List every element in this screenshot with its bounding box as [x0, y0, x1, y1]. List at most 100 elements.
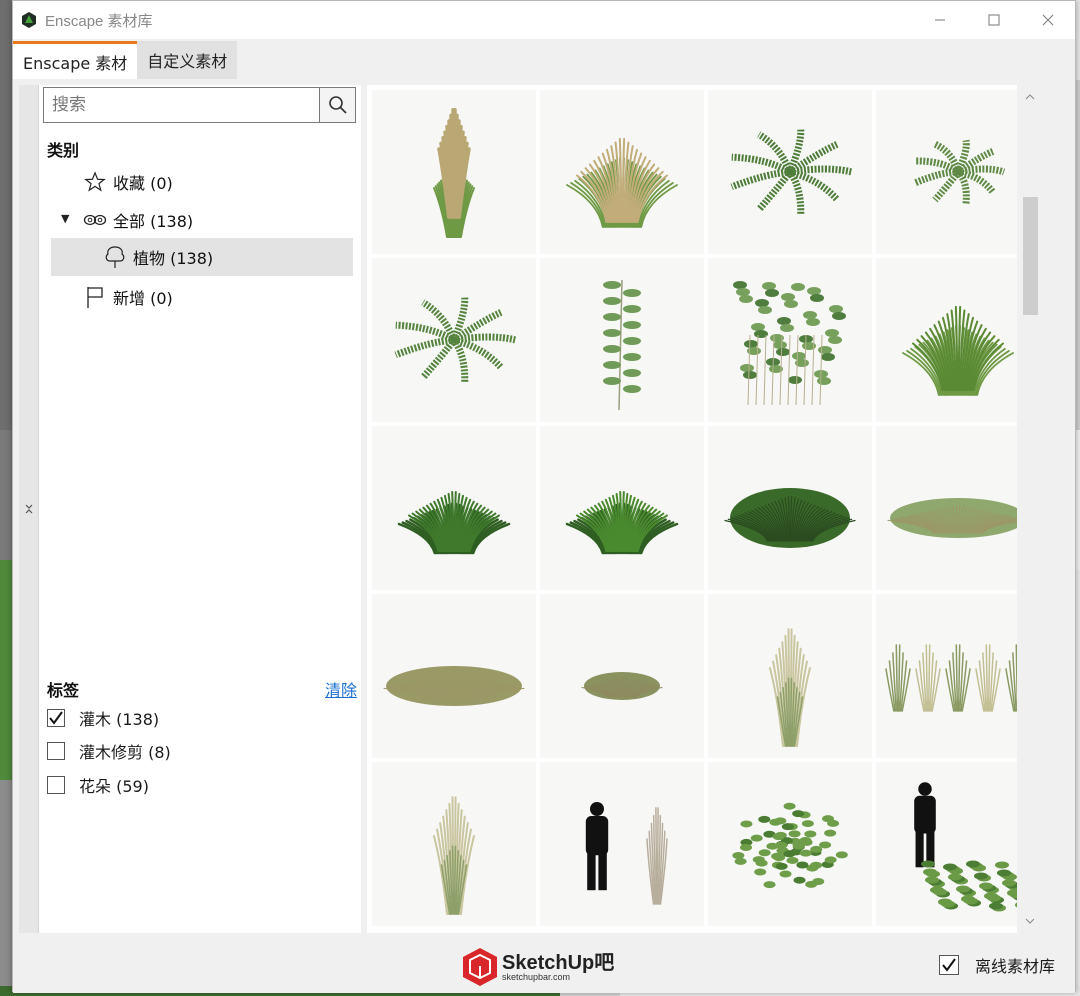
search-button[interactable]: [319, 88, 355, 122]
asset-tile-shrub-with-person[interactable]: [876, 762, 1040, 926]
tag-flowers-label: 花朵 (59): [79, 777, 149, 796]
minimize-icon: [935, 19, 945, 21]
asset-grid: [372, 90, 1040, 926]
category-favorites[interactable]: 收藏 (0): [83, 163, 353, 201]
asset-tile-tall-feather-grass[interactable]: [372, 90, 536, 254]
category-plants-label: 植物 (138): [133, 249, 214, 268]
tag-trimmed-shrubs-checkbox[interactable]: [47, 742, 65, 760]
scroll-down-icon[interactable]: [1017, 911, 1043, 931]
enscape-logo-icon: [20, 11, 38, 29]
background-app-left: [0, 0, 12, 996]
asset-thumbnail: [394, 297, 517, 383]
minimize-button[interactable]: [913, 1, 967, 39]
star-icon: [83, 170, 107, 194]
footer-bar: SketchUp吧 sketchupbar.com 离线素材库: [13, 937, 1075, 993]
tag-shrubs[interactable]: 灌木 (138): [47, 705, 159, 731]
asset-tile-grass-tuft-2[interactable]: [540, 426, 704, 590]
tag-flowers[interactable]: 花朵 (59): [47, 772, 149, 798]
asset-thumbnail: [887, 498, 1029, 538]
asset-thumbnail: [902, 305, 1014, 396]
checkmark-icon: [942, 958, 956, 972]
asset-thumbnail: [730, 129, 853, 215]
tab-bar: Enscape 素材 自定义素材: [13, 41, 1075, 79]
title-bar[interactable]: Enscape 素材库: [13, 1, 1075, 39]
scroll-thumb[interactable]: [1023, 197, 1038, 315]
asset-tile-grass-patch-small[interactable]: [540, 594, 704, 758]
asset-tile-leafy-shrub[interactable]: [708, 258, 872, 422]
asset-tile-grass-patch-dry[interactable]: [372, 594, 536, 758]
asset-scrollbar[interactable]: [1017, 85, 1043, 933]
asset-tile-pampas-with-person[interactable]: [540, 762, 704, 926]
search-icon: [328, 96, 347, 114]
sketchup-cube-logo: [463, 948, 497, 986]
asset-library-window: Enscape 素材库 Enscape 素材 自定义素材 搜索 类别 收藏 (0…: [12, 0, 1076, 993]
scroll-up-icon[interactable]: [1017, 87, 1043, 107]
asset-thumbnail: [724, 488, 856, 548]
asset-tile-fern-spread[interactable]: [372, 258, 536, 422]
clear-tags-link[interactable]: 清除: [325, 677, 357, 701]
category-all-label: 全部 (138): [113, 212, 194, 231]
asset-tile-pampas-tall[interactable]: [372, 762, 536, 926]
tag-trimmed-shrubs-label: 灌木修剪 (8): [79, 743, 171, 762]
offline-library-label: 离线素材库: [974, 957, 1055, 976]
tag-flowers-checkbox[interactable]: [47, 776, 65, 794]
tree-icon: [103, 245, 127, 269]
expand-caret-icon[interactable]: ▼: [61, 212, 69, 225]
content-area: 类别 收藏 (0) ▼ 全部 (138) 植物 (138): [19, 85, 1069, 933]
asset-thumbnail: [585, 802, 668, 905]
asset-tile-reed-row[interactable]: [876, 594, 1040, 758]
category-new-label: 新增 (0): [113, 289, 173, 308]
asset-thumbnail: [914, 782, 1033, 912]
offline-library-option[interactable]: 离线素材库: [938, 953, 1055, 977]
asset-thumbnail: [565, 490, 679, 555]
asset-thumbnail: [433, 108, 475, 238]
tags-heading: 标签: [47, 681, 80, 700]
tag-shrubs-label: 灌木 (138): [79, 710, 160, 729]
asset-tile-green-grass-clump[interactable]: [876, 258, 1040, 422]
maximize-button[interactable]: [967, 1, 1021, 39]
asset-tile-fern-dark[interactable]: [708, 90, 872, 254]
asset-tile-fountain-grass[interactable]: [540, 90, 704, 254]
asset-thumbnail: [433, 796, 475, 915]
asset-tile-round-shrub[interactable]: [708, 762, 872, 926]
collapse-chevrons-icon: [25, 504, 32, 514]
asset-tile-grass-tuft-1[interactable]: [372, 426, 536, 590]
search-input[interactable]: [44, 88, 319, 122]
asset-thumbnail: [397, 490, 511, 555]
close-button[interactable]: [1021, 1, 1075, 39]
asset-thumbnail: [913, 139, 1006, 205]
asset-thumbnail: [733, 281, 846, 406]
category-plants[interactable]: 植物 (138): [51, 238, 353, 276]
asset-tile-reed-grass[interactable]: [708, 594, 872, 758]
close-icon: [1042, 14, 1054, 26]
categories-heading: 类别: [47, 141, 80, 160]
asset-thumbnail: [581, 672, 663, 700]
sidebar-collapse-toggle[interactable]: [19, 85, 39, 933]
asset-thumbnail: [383, 666, 525, 706]
sidebar: 类别 收藏 (0) ▼ 全部 (138) 植物 (138): [39, 85, 361, 933]
tab-enscape-assets[interactable]: Enscape 素材: [13, 41, 138, 79]
tag-trimmed-shrubs[interactable]: 灌木修剪 (8): [47, 738, 171, 764]
watermark-sub: sketchupbar.com: [502, 971, 571, 982]
tab-custom-assets[interactable]: 自定义素材: [137, 41, 238, 79]
window-title: Enscape 素材库: [45, 12, 153, 30]
asset-tile-grass-mound-flat[interactable]: [876, 426, 1040, 590]
search-box: [43, 87, 356, 123]
asset-tile-grass-mound-dark[interactable]: [708, 426, 872, 590]
asset-thumbnail: [732, 802, 848, 889]
asset-thumbnail: [603, 279, 641, 411]
asset-tile-leafy-stalk[interactable]: [540, 258, 704, 422]
maximize-icon: [988, 14, 1000, 26]
asset-grid-area: [367, 85, 1043, 933]
asset-tile-fern-light[interactable]: [876, 90, 1040, 254]
window-controls: [913, 1, 1075, 39]
asset-thumbnail: [769, 628, 811, 747]
category-all[interactable]: 全部 (138): [83, 201, 353, 239]
infinity-icon: [83, 208, 107, 232]
offline-library-checkbox[interactable]: [938, 955, 959, 975]
watermark-main: SketchUp吧: [502, 951, 615, 974]
category-new[interactable]: 新增 (0): [83, 278, 353, 316]
tag-shrubs-checkbox[interactable]: [47, 709, 65, 727]
asset-thumbnail: [885, 644, 1031, 712]
sketchupbar-watermark: SketchUp吧 sketchupbar.com: [460, 945, 624, 989]
